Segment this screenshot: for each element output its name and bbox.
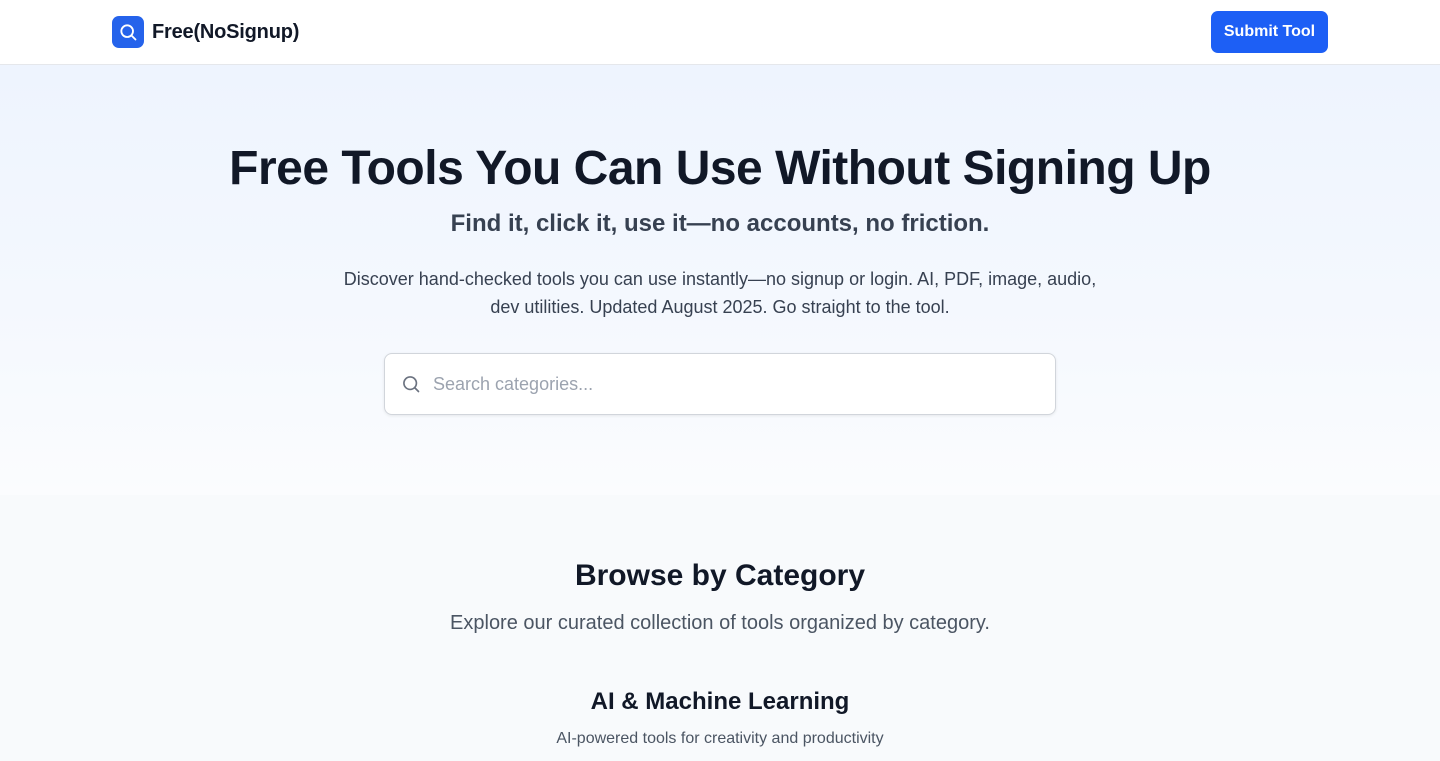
category-description: AI-powered tools for creativity and prod… (556, 730, 884, 747)
submit-tool-button[interactable]: Submit Tool (1211, 11, 1328, 53)
brand-name: Free(NoSignup) (152, 20, 300, 43)
brand-home-link[interactable]: Free(NoSignup) (112, 16, 299, 48)
categories-section: Browse by Category Explore our curated c… (0, 495, 1440, 761)
top-navbar: Free(NoSignup) Submit Tool (0, 0, 1440, 65)
section-subtitle: Explore our curated collection of tools … (450, 612, 990, 634)
category-search-box[interactable] (384, 353, 1056, 415)
hero-subtitle: Find it, click it, use it—no accounts, n… (450, 210, 990, 237)
hero-title: Free Tools You Can Use Without Signing U… (229, 142, 1211, 195)
category-heading[interactable]: AI & Machine Learning (0, 688, 1440, 716)
hero-description: Discover hand-checked tools you can use … (343, 269, 1097, 317)
search-icon (112, 16, 144, 48)
search-input[interactable] (433, 364, 1033, 404)
hero-section: Free Tools You Can Use Without Signing U… (0, 65, 1440, 495)
search-icon (401, 374, 421, 394)
section-title: Browse by Category (574, 559, 866, 592)
